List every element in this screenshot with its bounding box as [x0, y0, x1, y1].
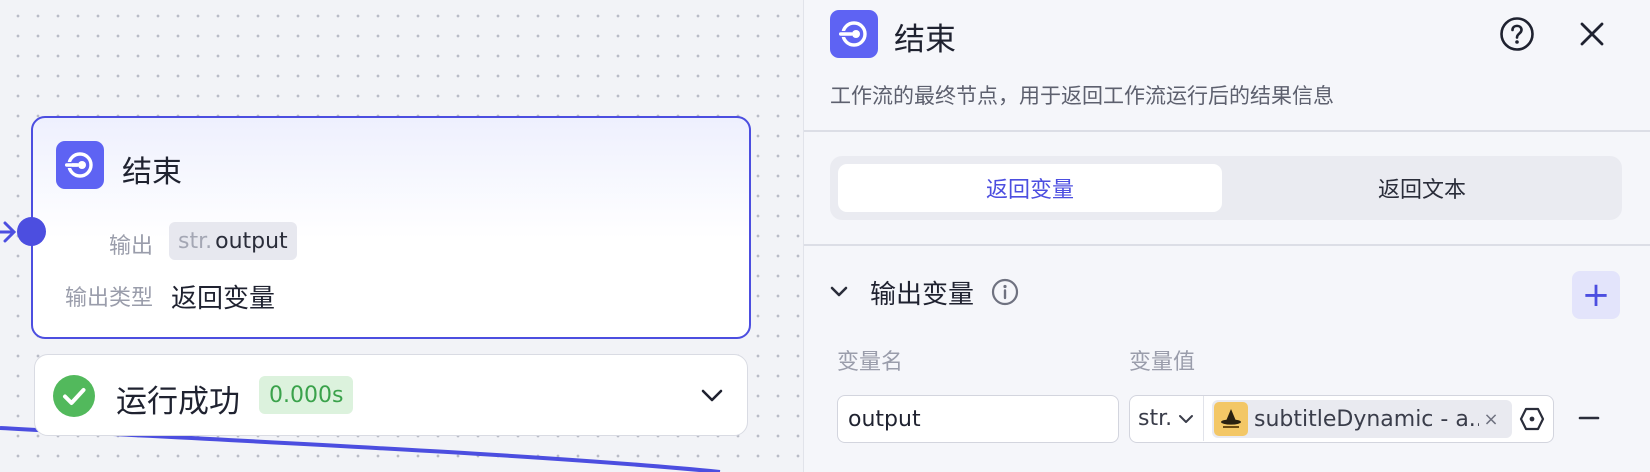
column-header-name: 变量名 — [837, 350, 904, 375]
plus-icon: + — [1581, 275, 1611, 315]
input-handle[interactable] — [17, 217, 46, 246]
section-title: 输出变量 — [870, 280, 975, 310]
output-label: 输出 — [108, 234, 153, 259]
add-variable-button[interactable]: + — [1572, 271, 1620, 319]
plugin-avatar-icon — [1214, 402, 1248, 436]
return-mode-tabs: 返回变量 返回文本 — [830, 156, 1622, 220]
panel-description: 工作流的最终节点，用于返回工作流运行后的结果信息 — [830, 84, 1334, 108]
tab-return-text[interactable]: 返回文本 — [1230, 164, 1614, 212]
var-name: output — [215, 228, 288, 254]
column-header-value: 变量值 — [1129, 350, 1196, 375]
tab-return-variable[interactable]: 返回变量 — [838, 164, 1222, 212]
type-select-value: str. — [1138, 406, 1173, 431]
node-title: 结束 — [122, 155, 182, 190]
variable-picker-icon[interactable] — [1519, 406, 1545, 432]
variable-name-input[interactable] — [837, 395, 1119, 443]
arrow-right-icon — [0, 221, 17, 243]
chevron-down-icon[interactable] — [700, 385, 724, 405]
variable-reference-text: subtitleDynamic - a.. — [1254, 406, 1479, 432]
variable-value-field: str. subtitleDynamic - a.. × — [1129, 395, 1554, 443]
workflow-canvas[interactable]: 结束 输出 str. output 输出类型 返回变量 运行成功 0.000s — [0, 0, 803, 472]
chevron-down-icon[interactable] — [829, 282, 849, 302]
output-var-chip: str. output — [169, 222, 297, 260]
variable-reference-chip[interactable]: subtitleDynamic - a.. × — [1212, 400, 1512, 438]
info-icon[interactable] — [991, 278, 1019, 306]
type-select[interactable]: str. — [1130, 396, 1204, 441]
chevron-down-icon — [1179, 414, 1194, 423]
divider — [804, 130, 1650, 132]
end-node-icon — [830, 10, 878, 58]
close-icon[interactable] — [1576, 18, 1608, 50]
output-type-value: 返回变量 — [171, 284, 276, 314]
divider — [804, 244, 1650, 246]
check-circle-icon — [53, 375, 95, 417]
clear-reference-icon[interactable]: × — [1481, 409, 1501, 430]
end-node-icon — [56, 141, 104, 189]
minus-icon[interactable] — [1576, 405, 1602, 431]
run-status-bar[interactable]: 运行成功 0.000s — [34, 354, 748, 436]
output-type-label: 输出类型 — [64, 286, 153, 311]
panel-title: 结束 — [894, 22, 956, 58]
status-text: 运行成功 — [116, 384, 240, 420]
help-icon[interactable] — [1499, 16, 1535, 52]
end-node-card[interactable]: 结束 输出 str. output 输出类型 返回变量 — [0, 116, 751, 339]
var-type-prefix: str. — [178, 228, 213, 254]
duration-badge: 0.000s — [259, 376, 354, 414]
